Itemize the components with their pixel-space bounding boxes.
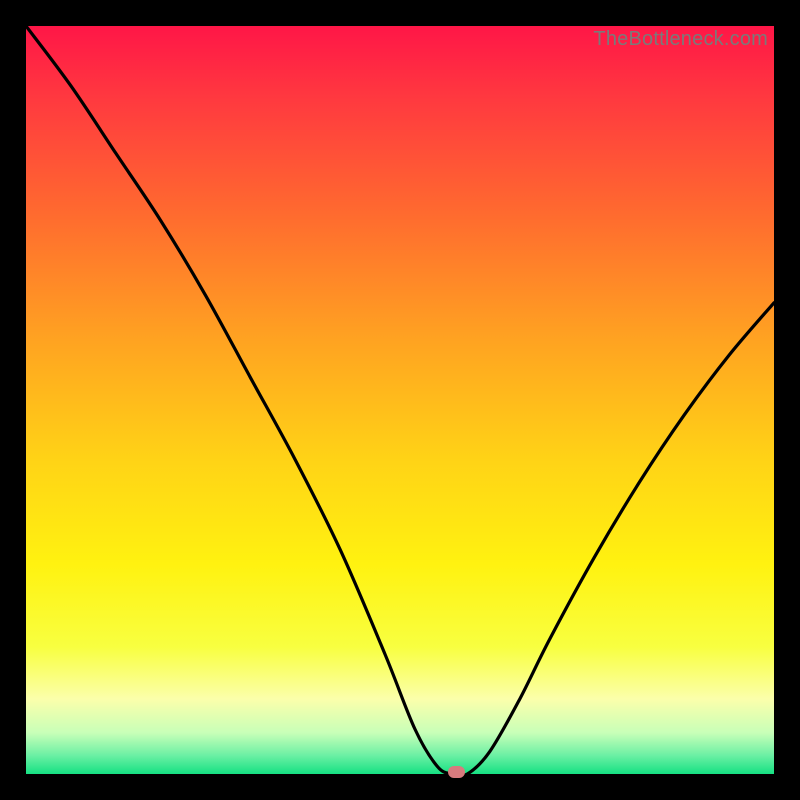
plot-frame: TheBottleneck.com [26,26,774,774]
plot-area [26,26,774,774]
gradient-background [26,26,774,774]
watermark-text: TheBottleneck.com [593,28,768,51]
optimum-marker [448,766,465,778]
